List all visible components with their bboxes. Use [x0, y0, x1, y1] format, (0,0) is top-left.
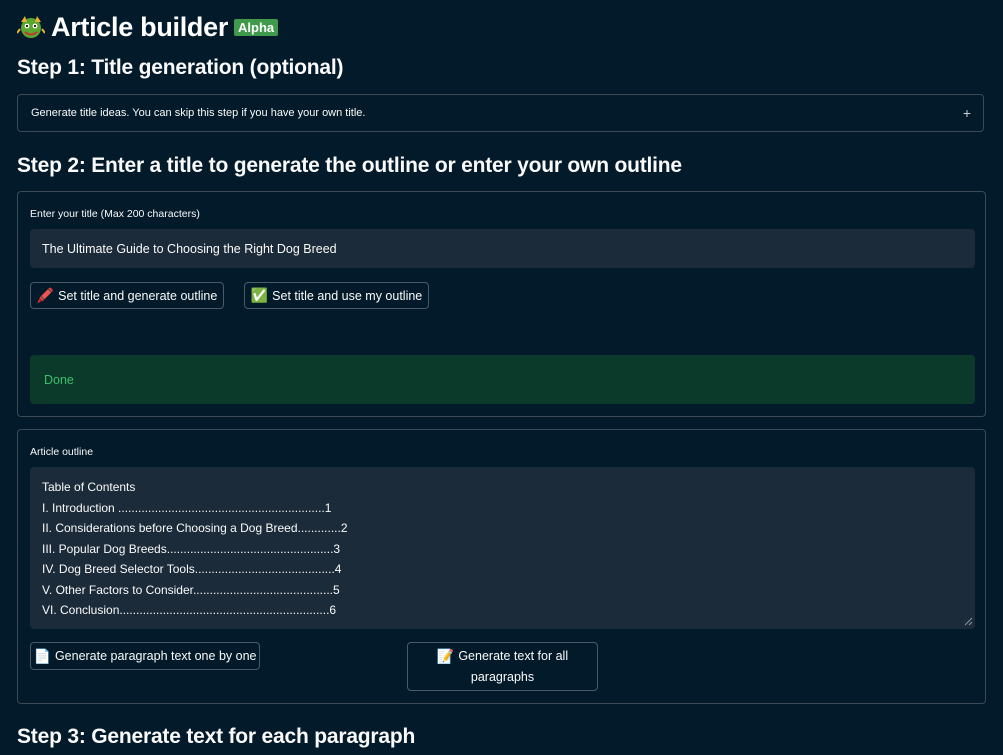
use-my-outline-button[interactable]: ✅ Set title and use my outline — [244, 282, 429, 309]
generate-all-label-2: paragraphs — [470, 669, 535, 684]
outline-line: VI. Conclusion..........................… — [42, 603, 337, 617]
page-icon: 📄 — [33, 647, 51, 664]
generate-one-by-one-button[interactable]: 📄 Generate paragraph text one by one — [30, 642, 260, 670]
status-text: Done — [44, 372, 74, 387]
step3-heading: Step 3: Generate text for each paragraph — [17, 725, 416, 748]
title-ideas-expander[interactable]: Generate title ideas. You can skip this … — [17, 94, 984, 132]
outline-line: IV. Dog Breed Selector Tools............… — [42, 562, 342, 576]
app-title: Article builder — [51, 11, 229, 42]
alpha-badge: Alpha — [234, 18, 279, 36]
plus-icon[interactable]: + — [963, 105, 971, 121]
generate-all-label-1: Generate text for all — [458, 648, 569, 663]
generate-outline-button[interactable]: 🖍️ Set title and generate outline — [30, 282, 224, 309]
title-label: Enter your title (Max 200 characters) — [30, 208, 200, 220]
step2-heading: Step 2: Enter a title to generate the ou… — [17, 154, 682, 177]
app-header: Article builder Alpha — [17, 10, 279, 44]
generate-one-by-one-label: Generate paragraph text one by one — [54, 649, 257, 663]
memo-icon: 📝 — [436, 647, 455, 664]
status-success: Done — [30, 355, 975, 404]
outline-line: Table of Contents — [42, 480, 136, 494]
check-icon: ✅ — [250, 287, 269, 303]
crayon-icon: 🖍️ — [36, 287, 55, 303]
outline-line: I. Introduction ........................… — [42, 500, 332, 515]
resize-grip-icon[interactable] — [964, 617, 973, 626]
step1-heading-wrap: Step 1: Title generation (optional) — [17, 56, 343, 80]
generate-all-line1: 📝 Generate text for all — [437, 646, 568, 667]
use-my-outline-label: Set title and use my outline — [272, 288, 423, 303]
outline-line: II. Considerations before Choosing a Dog… — [42, 521, 348, 535]
outline-line: III. Popular Dog Breeds.................… — [42, 541, 341, 556]
step2-heading-wrap: Step 2: Enter a title to generate the ou… — [17, 154, 682, 178]
outline-label: Article outline — [30, 446, 94, 458]
step1-heading: Step 1: Title generation (optional) — [17, 56, 344, 79]
generate-all-button[interactable]: 📝 Generate text for all paragraphs — [407, 642, 598, 691]
generate-outline-label: Set title and generate outline — [58, 288, 218, 303]
step3-heading-wrap: Step 3: Generate text for each paragraph — [17, 725, 415, 749]
title-input[interactable] — [30, 229, 975, 268]
expander-label: Generate title ideas. You can skip this … — [31, 107, 366, 119]
outline-line: V. Other Factors to Consider............… — [42, 582, 340, 597]
outline-textarea[interactable]: Table of Contents I. Introduction ......… — [30, 467, 975, 629]
dragon-icon — [17, 16, 45, 38]
